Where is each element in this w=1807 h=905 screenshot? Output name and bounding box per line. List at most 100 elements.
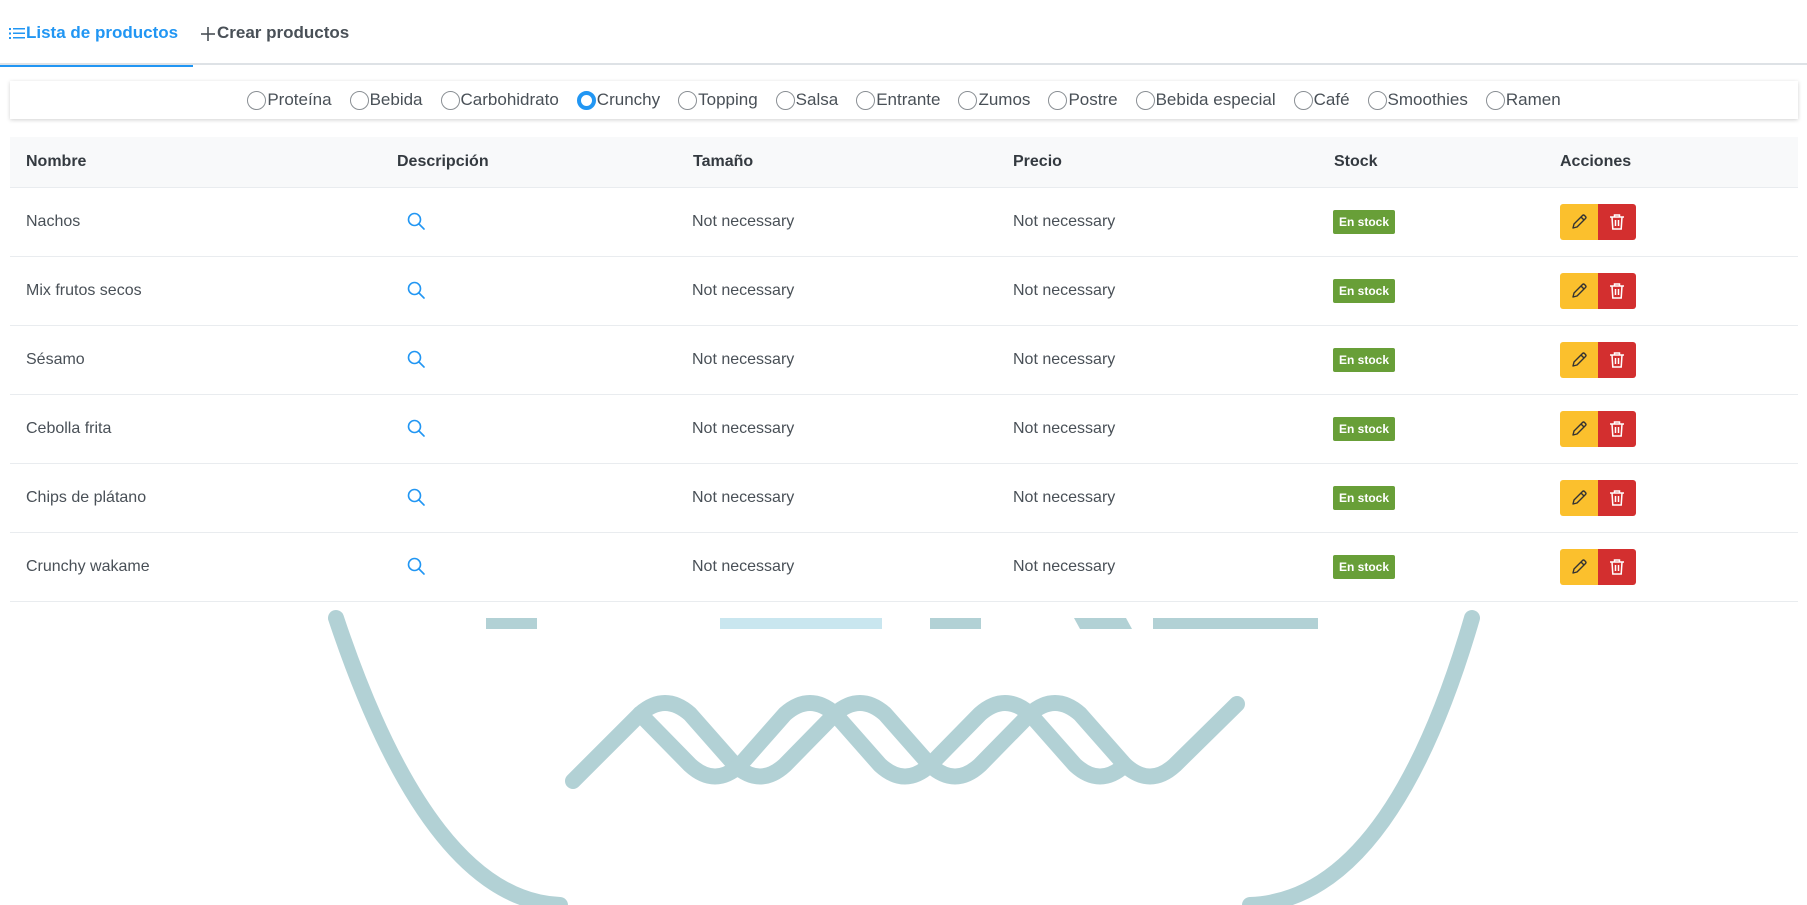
radio-button[interactable] [247,90,267,110]
filter-option-bebida[interactable]: Bebida [349,90,423,110]
header-acciones: Acciones [1560,153,1632,170]
pencil-icon [1570,213,1588,231]
table-row: Cebolla frita Not necessary Not necessary E… [10,395,1798,464]
tab-menu: Lista de productos Crear productos [0,0,1807,67]
product-price: Not necessary [1013,351,1116,368]
table-row: Chips de plátano Not necessary Not necessa… [10,464,1798,533]
radio-button[interactable] [576,90,596,110]
radio-button[interactable] [678,90,698,110]
edit-button[interactable] [1560,411,1598,447]
stock-cell: En stock [1333,188,1396,256]
list-icon [9,24,25,42]
trash-icon [1609,420,1625,438]
stock-badge: En stock [1333,555,1396,579]
filter-option-crunchy[interactable]: Crunchy [576,90,661,110]
stock-cell: En stock [1333,533,1396,601]
delete-button[interactable] [1598,549,1636,585]
filter-option-bebida-especial[interactable]: Bebida especial [1135,90,1276,110]
tab-label: Lista de productos [26,23,179,42]
filter-option-label: Salsa [795,90,839,109]
page: Lista de productos Crear productos Prote… [0,0,1807,905]
tab-lista-productos[interactable]: Lista de productos [0,23,194,67]
radio-button[interactable] [349,90,369,110]
edit-button[interactable] [1560,342,1598,378]
trash-icon [1609,489,1625,507]
stock-badge: En stock [1333,486,1396,510]
product-price: Not necessary [1013,558,1116,575]
header-tamano: Tamaño [693,153,754,170]
product-name: Cebolla frita [26,420,112,437]
filter-option-proteina[interactable]: Proteína [247,90,332,110]
actions-cell [1560,257,1636,325]
trash-icon [1609,213,1625,231]
product-price: Not necessary [1013,420,1116,437]
stock-badge: En stock [1333,279,1396,303]
radio-button[interactable] [1367,90,1387,110]
filter-option-label: Bebida [369,90,423,109]
delete-button[interactable] [1598,204,1636,240]
filter-option-label: Bebida especial [1155,90,1276,109]
delete-button[interactable] [1598,342,1636,378]
search-icon[interactable] [406,556,428,578]
filter-option-label: Proteína [267,90,332,109]
filter-option-salsa[interactable]: Salsa [775,90,839,110]
description-cell [406,464,428,532]
radio-button[interactable] [1135,90,1155,110]
filter-option-postre[interactable]: Postre [1048,90,1118,110]
plus-icon [200,24,216,42]
actions-cell [1560,326,1636,394]
header-nombre: Nombre [26,153,87,170]
delete-button[interactable] [1598,411,1636,447]
actions-cell [1560,533,1636,601]
trash-icon [1609,558,1625,576]
description-cell [406,188,428,256]
radio-button[interactable] [958,90,978,110]
product-name: Nachos [26,213,81,230]
filter-option-label: Postre [1068,90,1118,109]
tab-crear-productos[interactable]: Crear productos [200,23,349,65]
edit-button[interactable] [1560,549,1598,585]
filter-option-topping[interactable]: Topping [678,90,758,110]
edit-button[interactable] [1560,273,1598,309]
table-row: Crunchy wakame Not necessary Not necessary… [10,533,1798,602]
search-icon[interactable] [406,487,428,509]
filter-option-label: Zumos [978,90,1031,109]
actions-cell [1560,395,1636,463]
table-body: Nachos Not necessary Not necessary En stock… [10,188,1798,602]
radio-button[interactable] [1293,90,1313,110]
description-cell [406,257,428,325]
delete-button[interactable] [1598,480,1636,516]
search-icon[interactable] [406,211,428,233]
filter-option-smoothies[interactable]: Smoothies [1367,90,1468,110]
search-icon[interactable] [406,418,428,440]
search-icon[interactable] [406,280,428,302]
filter-option-carbohidrato[interactable]: Carbohidrato [440,90,559,110]
pencil-icon [1570,558,1588,576]
edit-button[interactable] [1560,480,1598,516]
radio-button[interactable] [856,90,876,110]
filter-option-cafe[interactable]: Café [1293,90,1350,110]
product-name: Crunchy wakame [26,558,150,575]
description-cell [406,395,428,463]
stock-cell: En stock [1333,464,1396,532]
edit-button[interactable] [1560,204,1598,240]
stock-badge: En stock [1333,210,1396,234]
actions-cell [1560,464,1636,532]
search-icon[interactable] [406,349,428,371]
header-descripcion: Descripción [397,153,489,170]
stock-cell: En stock [1333,395,1396,463]
filter-option-label: Crunchy [596,90,661,109]
radio-button[interactable] [1485,90,1505,110]
radio-button[interactable] [440,90,460,110]
radio-button[interactable] [1048,90,1068,110]
product-size: Not necessary [692,489,795,506]
delete-button[interactable] [1598,273,1636,309]
description-cell [406,326,428,394]
filter-option-entrante[interactable]: Entrante [856,90,940,110]
stock-badge: En stock [1333,417,1396,441]
product-price: Not necessary [1013,282,1116,299]
pencil-icon [1570,489,1588,507]
filter-option-ramen[interactable]: Ramen [1485,90,1561,110]
filter-option-zumos[interactable]: Zumos [958,90,1030,110]
radio-button[interactable] [775,90,795,110]
